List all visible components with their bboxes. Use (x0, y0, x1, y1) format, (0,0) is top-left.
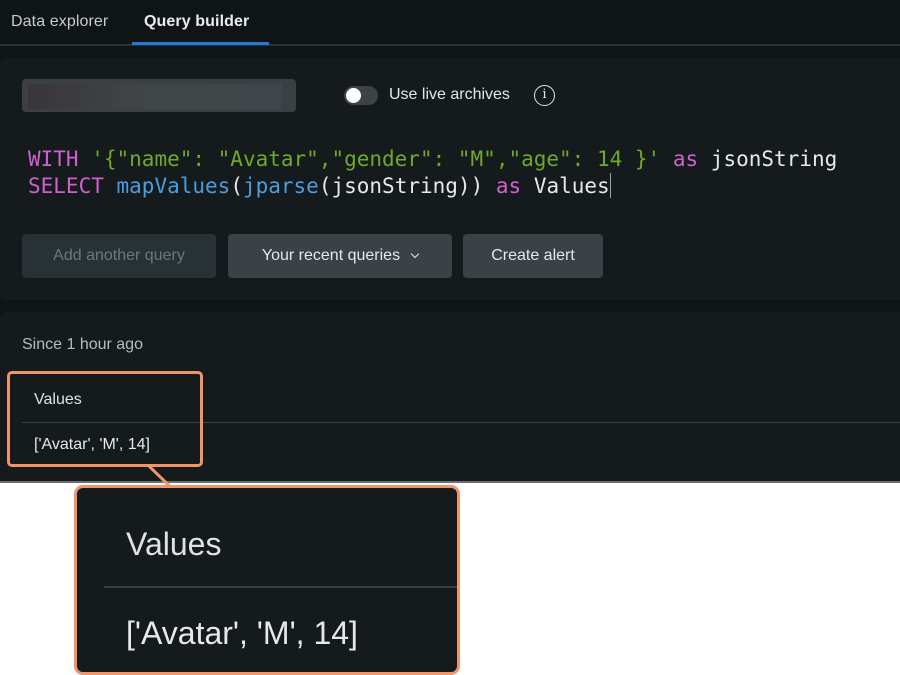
panel-bottom-edge (0, 481, 900, 483)
account-select[interactable] (22, 79, 296, 112)
active-tab-indicator (132, 42, 269, 45)
recent-queries-button[interactable]: Your recent queries (228, 234, 452, 278)
alias-jsonstring: jsonString (710, 147, 838, 171)
toggle-knob (346, 88, 361, 103)
query-panel: Use live archives i WITH '{"name": "Avat… (0, 58, 900, 300)
recent-queries-label: Your recent queries (261, 247, 401, 264)
query-line-2: SELECT mapValues(jparse(jsonString)) as … (28, 173, 837, 200)
time-range-label: Since 1 hour ago (22, 336, 143, 353)
zoomed-column-header: Values (126, 526, 222, 562)
add-another-query-button[interactable]: Add another query (22, 234, 216, 278)
create-alert-button[interactable]: Create alert (463, 234, 603, 278)
live-archives-toggle[interactable] (344, 86, 378, 105)
tab-data-explorer[interactable]: Data explorer (11, 13, 108, 31)
query-line-1: WITH '{"name": "Avatar","gender": "M","a… (28, 146, 837, 173)
zoomed-result-callout: Values ['Avatar', 'M', 14] (74, 485, 460, 675)
query-editor[interactable]: WITH '{"name": "Avatar","gender": "M","a… (28, 146, 837, 200)
redacted-account-name (28, 84, 282, 109)
json-string-literal: '{"name": "Avatar","gender": "M","age": … (91, 147, 661, 171)
chevron-down-icon (410, 249, 420, 259)
text-cursor (609, 173, 611, 198)
live-archives-label: Use live archives (389, 86, 510, 103)
add-another-query-label: Add another query (53, 247, 185, 264)
tab-query-builder[interactable]: Query builder (144, 13, 249, 31)
info-icon[interactable]: i (534, 85, 555, 106)
zoomed-divider (104, 586, 457, 588)
paren-open: ( (318, 174, 332, 198)
keyword-with: WITH (28, 147, 79, 171)
argument-jsonstring: jsonString (331, 174, 458, 198)
keyword-as: as (495, 174, 522, 198)
keyword-select: SELECT (28, 174, 104, 198)
paren-open: ( (230, 174, 243, 198)
highlight-box (7, 371, 203, 467)
paren-close: )) (457, 174, 484, 198)
alias-values: Values (533, 174, 610, 198)
zoomed-cell-value: ['Avatar', 'M', 14] (126, 615, 358, 651)
tab-bar: Data explorer Query builder (0, 0, 900, 46)
function-mapvalues: mapValues (116, 174, 231, 198)
create-alert-label: Create alert (491, 247, 575, 264)
keyword-as: as (672, 147, 699, 171)
function-jparse: jparse (242, 174, 319, 198)
